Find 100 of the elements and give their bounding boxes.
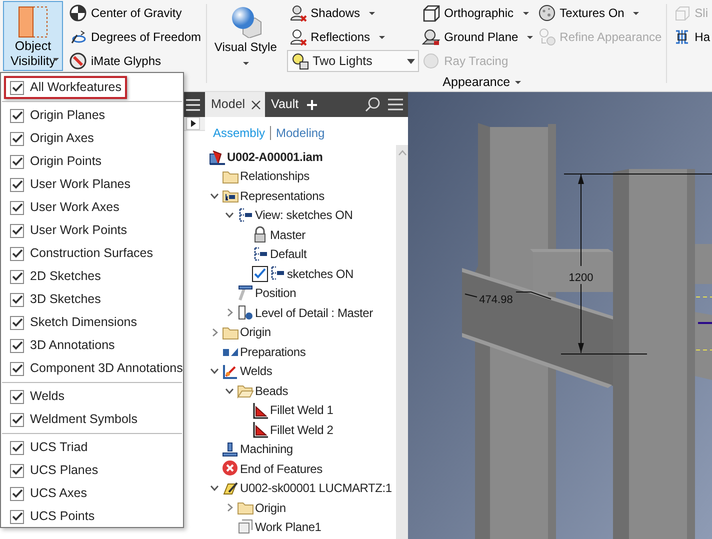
object-visibility-button[interactable]: Object Visibility <box>3 1 63 71</box>
scroll-right-button[interactable] <box>186 117 200 130</box>
tree-item[interactable]: Origin <box>205 322 271 342</box>
menu-item[interactable]: Construction Surfaces <box>4 242 159 265</box>
checkbox[interactable] <box>10 270 24 284</box>
checkbox[interactable] <box>10 80 24 94</box>
sphere-plane-icon <box>422 28 440 46</box>
tree-item[interactable]: Fillet Weld 1 <box>205 400 334 420</box>
checkbox[interactable] <box>10 338 24 352</box>
menu-item[interactable]: Weldment Symbols <box>4 408 144 431</box>
caret-icon <box>522 12 528 14</box>
quartered-circle-icon <box>69 4 87 22</box>
triangle-bracket-icon <box>252 402 269 419</box>
panel-title[interactable]: Appearance <box>442 74 522 90</box>
menu-item[interactable]: Sketch Dimensions <box>4 311 143 334</box>
tree-item[interactable]: End of Features <box>205 459 322 478</box>
chevron-right-icon[interactable] <box>226 503 232 512</box>
checkbox[interactable] <box>10 440 24 454</box>
chevron-down-icon[interactable] <box>225 388 234 394</box>
tree-item[interactable]: Machining <box>205 440 293 459</box>
visual-style-button[interactable]: Visual Style <box>208 0 283 73</box>
tool-button[interactable]: Ha <box>670 25 712 49</box>
checkbox[interactable] <box>10 510 24 524</box>
checkbox[interactable] <box>10 246 24 260</box>
chevron-down-icon[interactable] <box>225 212 234 218</box>
menu-item[interactable]: Origin Planes <box>4 104 112 127</box>
checkbox[interactable] <box>10 390 24 404</box>
tool-button[interactable]: Shadows <box>286 1 420 25</box>
menu-item[interactable]: Welds <box>4 385 71 408</box>
checkbox[interactable] <box>10 362 24 376</box>
tree-item[interactable]: Master <box>205 225 306 244</box>
checkbox[interactable] <box>10 316 24 330</box>
search-icon[interactable] <box>365 97 380 112</box>
menu-item[interactable]: 3D Annotations <box>4 334 121 357</box>
checkbox[interactable] <box>10 200 24 214</box>
checkbox[interactable] <box>10 178 24 192</box>
tree-item[interactable]: U002-A00001.iam <box>205 147 323 166</box>
menu-item[interactable]: User Work Axes <box>4 196 126 219</box>
tree-item[interactable]: sketches ON <box>205 264 354 284</box>
light-bulb-icon <box>290 52 309 70</box>
checkbox[interactable] <box>10 154 24 168</box>
tree-item[interactable]: Fillet Weld 2 <box>205 420 334 440</box>
panel-tab[interactable]: Model <box>205 92 266 117</box>
tool-button[interactable]: Center of Gravity <box>67 1 204 25</box>
tree-item[interactable]: Welds <box>205 362 272 381</box>
menu-icon[interactable] <box>388 98 403 111</box>
close-icon[interactable] <box>251 100 262 110</box>
tree-item[interactable]: Relationships <box>205 166 310 186</box>
chevron-down-icon[interactable] <box>210 192 219 199</box>
menu-icon[interactable] <box>185 98 201 112</box>
tree-item[interactable]: Representations <box>205 186 324 206</box>
tool-button[interactable]: Ground Plane <box>420 25 536 49</box>
tool-button[interactable]: Orthographic <box>420 1 536 25</box>
tree-item[interactable]: Position <box>205 284 296 303</box>
check-icon <box>12 157 22 166</box>
caret-icon <box>406 58 415 64</box>
checkbox[interactable] <box>10 292 24 306</box>
chevron-down-icon[interactable] <box>210 368 219 374</box>
menu-item[interactable]: User Work Points <box>4 219 134 242</box>
checkbox[interactable] <box>10 132 24 146</box>
menu-item[interactable]: Origin Axes <box>4 127 100 150</box>
tool-button[interactable]: Textures On <box>536 1 664 25</box>
checkbox[interactable] <box>10 108 24 122</box>
checkbox[interactable] <box>10 464 24 478</box>
menu-item[interactable]: UCS Triad <box>4 436 94 459</box>
tree-item[interactable]: View: sketches ON <box>205 206 353 225</box>
tree-item[interactable]: Preparations <box>205 342 306 362</box>
dimension-label: 1200 <box>568 272 594 284</box>
check-icon <box>12 83 22 92</box>
tree-item[interactable]: Default <box>205 244 307 264</box>
menu-item[interactable]: Component 3D Annotations <box>4 357 189 380</box>
plane-icon <box>237 518 254 536</box>
menu-item[interactable]: UCS Axes <box>4 482 93 505</box>
lighting-dropdown[interactable]: Two Lights <box>286 50 419 72</box>
checkbox[interactable] <box>10 412 24 426</box>
scrollbar[interactable] <box>396 145 408 539</box>
checkbox[interactable] <box>10 224 24 238</box>
assembly-icon <box>209 148 226 166</box>
plus-icon[interactable] <box>306 100 317 110</box>
chevron-right-icon[interactable] <box>212 328 218 337</box>
menu-item[interactable]: UCS Planes <box>4 459 104 482</box>
tree-item[interactable]: U002-sk00001 LUCMARTZ:1 <box>205 478 392 498</box>
check-icon <box>12 272 22 281</box>
menu-item[interactable]: Origin Points <box>4 150 108 173</box>
checkbox[interactable] <box>10 486 24 500</box>
check-icon <box>12 134 22 143</box>
chevron-right-icon[interactable] <box>226 308 232 318</box>
menu-item[interactable]: 2D Sketches <box>4 265 107 288</box>
tree-item[interactable]: Origin <box>205 498 286 518</box>
tool-button[interactable]: Reflections <box>286 25 420 49</box>
tree-item[interactable]: Work Plane1 <box>205 518 322 537</box>
tool-button[interactable]: Degrees of Freedom <box>67 25 204 49</box>
menu-item[interactable]: All Workfeatures <box>4 76 128 99</box>
menu-item[interactable]: User Work Planes <box>4 173 136 196</box>
menu-item[interactable]: UCS Points <box>4 505 101 528</box>
menu-item[interactable]: 3D Sketches <box>4 288 107 311</box>
tree-item[interactable]: Beads <box>205 381 288 400</box>
chevron-down-icon[interactable] <box>210 485 219 492</box>
tree-item[interactable]: Level of Detail : Master <box>205 303 373 322</box>
mode-link[interactable]: Modeling <box>276 124 325 142</box>
